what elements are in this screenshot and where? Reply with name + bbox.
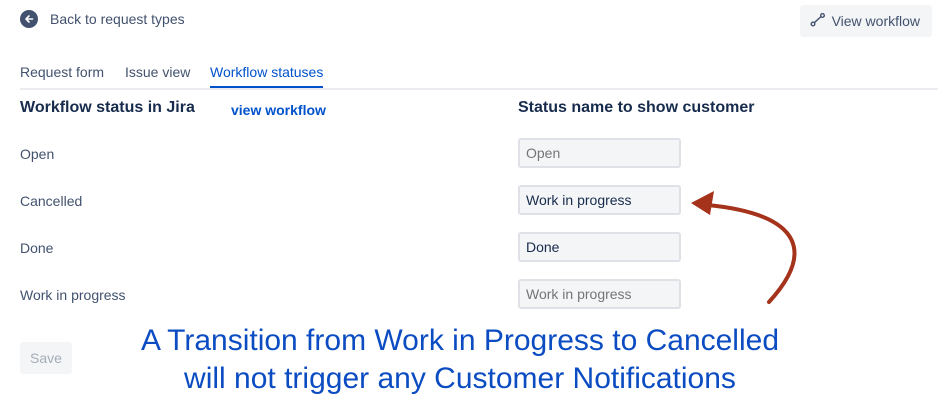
annotation-text: A Transition from Work in Progress to Ca… — [80, 322, 840, 398]
page: Back to request types View workflow Requ… — [0, 0, 948, 401]
annotation-line-2: will not trigger any Customer Notificati… — [184, 362, 736, 395]
annotation-line-1: A Transition from Work in Progress to Ca… — [140, 324, 780, 357]
